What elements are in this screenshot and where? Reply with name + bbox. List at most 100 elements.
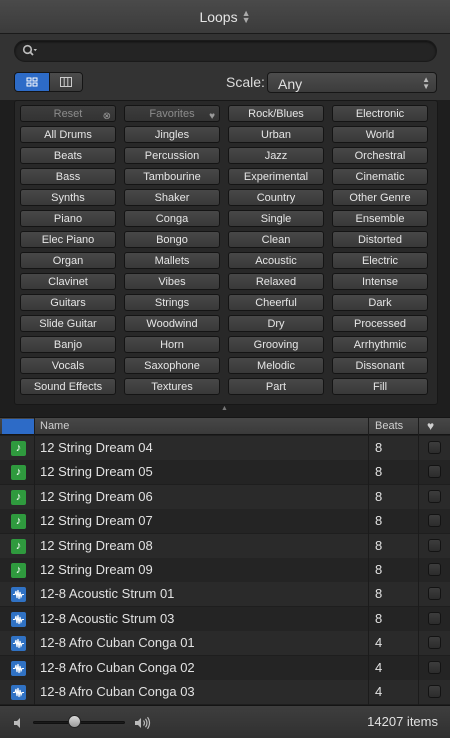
favorite-column-heart-icon[interactable]: ♥ bbox=[427, 419, 434, 433]
favorite-checkbox[interactable] bbox=[428, 441, 441, 454]
keyword-clavinet[interactable]: Clavinet bbox=[20, 273, 116, 290]
keyword-banjo[interactable]: Banjo bbox=[20, 336, 116, 353]
keyword-tambourine[interactable]: Tambourine bbox=[124, 168, 220, 185]
keyword-elec-piano[interactable]: Elec Piano bbox=[20, 231, 116, 248]
keyword-relaxed[interactable]: Relaxed bbox=[228, 273, 324, 290]
beats-column-header[interactable]: Beats bbox=[375, 420, 403, 432]
keyword-saxophone[interactable]: Saxophone bbox=[124, 357, 220, 374]
table-row[interactable]: 12-8 Afro Cuban Conga 03 4 bbox=[0, 680, 450, 704]
keyword-fill[interactable]: Fill bbox=[332, 378, 428, 395]
keyword-part[interactable]: Part bbox=[228, 378, 324, 395]
table-row[interactable]: 12-8 Acoustic Strum 01 8 bbox=[0, 582, 450, 607]
table-row[interactable]: ♪ 12 String Dream 04 8 bbox=[0, 436, 450, 460]
keyword-textures[interactable]: Textures bbox=[124, 378, 220, 395]
column-separator bbox=[34, 435, 35, 705]
loop-name: 12-8 Afro Cuban Conga 01 bbox=[40, 635, 195, 651]
favorites-button[interactable]: Favorites ♥ bbox=[124, 105, 220, 122]
column-view-toggle[interactable] bbox=[48, 73, 82, 91]
search-icon[interactable] bbox=[22, 44, 38, 58]
favorite-checkbox[interactable] bbox=[428, 660, 441, 674]
table-row[interactable]: ♪ 12 String Dream 08 8 bbox=[0, 533, 450, 558]
volume-high-icon[interactable] bbox=[134, 716, 152, 730]
favorite-checkbox[interactable] bbox=[428, 685, 441, 698]
keyword-woodwind[interactable]: Woodwind bbox=[124, 315, 220, 332]
favorite-checkbox[interactable] bbox=[428, 538, 441, 552]
keyword-world[interactable]: World bbox=[332, 126, 428, 143]
keyword-percussion[interactable]: Percussion bbox=[124, 147, 220, 164]
favorite-checkbox[interactable] bbox=[428, 489, 441, 503]
keyword-single[interactable]: Single bbox=[228, 210, 324, 227]
keyword-organ[interactable]: Organ bbox=[20, 252, 116, 269]
keyword-other-genre[interactable]: Other Genre bbox=[332, 189, 428, 206]
keyword-acoustic[interactable]: Acoustic bbox=[228, 252, 324, 269]
scale-select[interactable]: Any ▲ ▼ bbox=[267, 72, 437, 93]
keyword-bass[interactable]: Bass bbox=[20, 168, 116, 185]
keyword-sound-effects[interactable]: Sound Effects bbox=[20, 378, 116, 395]
keyword-jazz[interactable]: Jazz bbox=[228, 147, 324, 164]
keyword-piano[interactable]: Piano bbox=[20, 210, 116, 227]
keyword-beats[interactable]: Beats bbox=[20, 147, 116, 164]
search-field[interactable] bbox=[14, 40, 437, 62]
keyword-intense[interactable]: Intense bbox=[332, 273, 428, 290]
volume-slider-thumb[interactable] bbox=[68, 715, 82, 728]
keyword-strings[interactable]: Strings bbox=[124, 294, 220, 311]
search-input[interactable] bbox=[41, 43, 431, 59]
keyword-distorted[interactable]: Distorted bbox=[332, 231, 428, 248]
keyword-guitars[interactable]: Guitars bbox=[20, 294, 116, 311]
table-row[interactable]: 12-8 Afro Cuban Conga 01 4 bbox=[0, 631, 450, 656]
collapse-keywords-icon[interactable]: ▲ bbox=[221, 405, 228, 412]
title-menu-arrows-icon[interactable]: ▲ ▼ bbox=[242, 8, 251, 24]
keyword-dissonant[interactable]: Dissonant bbox=[332, 357, 428, 374]
name-column-header[interactable]: Name bbox=[40, 420, 69, 432]
keyword-dark[interactable]: Dark bbox=[332, 294, 428, 311]
volume-low-icon[interactable] bbox=[12, 716, 26, 730]
keyword-melodic[interactable]: Melodic bbox=[228, 357, 324, 374]
scale-value: Any bbox=[278, 76, 303, 92]
loop-name: 12 String Dream 08 bbox=[40, 537, 153, 553]
keyword-cinematic[interactable]: Cinematic bbox=[332, 168, 428, 185]
loop-beats: 4 bbox=[375, 635, 383, 651]
keyword-rock-blues[interactable]: Rock/Blues bbox=[228, 105, 324, 122]
table-row[interactable]: 12-8 Acoustic Strum 03 8 bbox=[0, 606, 450, 631]
favorite-checkbox[interactable] bbox=[428, 587, 441, 601]
keyword-electric[interactable]: Electric bbox=[332, 252, 428, 269]
keyword-experimental[interactable]: Experimental bbox=[228, 168, 324, 185]
keyword-urban[interactable]: Urban bbox=[228, 126, 324, 143]
table-row[interactable]: ♪ 12 String Dream 05 8 bbox=[0, 460, 450, 485]
favorite-checkbox[interactable] bbox=[428, 514, 441, 528]
keyword-grooving[interactable]: Grooving bbox=[228, 336, 324, 353]
favorite-checkbox[interactable] bbox=[428, 563, 441, 576]
favorites-label: Favorites bbox=[149, 108, 195, 120]
favorite-checkbox[interactable] bbox=[428, 636, 441, 650]
window-title[interactable]: Loops bbox=[199, 9, 237, 25]
keyword-mallets[interactable]: Mallets bbox=[124, 252, 220, 269]
table-row[interactable]: ♪ 12 String Dream 09 8 bbox=[0, 558, 450, 582]
keyword-processed[interactable]: Processed bbox=[332, 315, 428, 332]
button-view-toggle[interactable] bbox=[15, 73, 49, 91]
keyword-vibes[interactable]: Vibes bbox=[124, 273, 220, 290]
favorite-checkbox[interactable] bbox=[428, 465, 441, 479]
favorite-checkbox[interactable] bbox=[428, 611, 441, 625]
keyword-synths[interactable]: Synths bbox=[20, 189, 116, 206]
keyword-slide-guitar[interactable]: Slide Guitar bbox=[20, 315, 116, 332]
keyword-electronic[interactable]: Electronic bbox=[332, 105, 428, 122]
keyword-dry[interactable]: Dry bbox=[228, 315, 324, 332]
table-row[interactable]: ♪ 12 String Dream 06 8 bbox=[0, 484, 450, 509]
keyword-country[interactable]: Country bbox=[228, 189, 324, 206]
keyword-orchestral[interactable]: Orchestral bbox=[332, 147, 428, 164]
keyword-bongo[interactable]: Bongo bbox=[124, 231, 220, 248]
keyword-arrhythmic[interactable]: Arrhythmic bbox=[332, 336, 428, 353]
table-row[interactable]: ♪ 12 String Dream 07 8 bbox=[0, 509, 450, 534]
keyword-vocals[interactable]: Vocals bbox=[20, 357, 116, 374]
keyword-horn[interactable]: Horn bbox=[124, 336, 220, 353]
keyword-cheerful[interactable]: Cheerful bbox=[228, 294, 324, 311]
keyword-jingles[interactable]: Jingles bbox=[124, 126, 220, 143]
keyword-clean[interactable]: Clean bbox=[228, 231, 324, 248]
keyword-shaker[interactable]: Shaker bbox=[124, 189, 220, 206]
keyword-all-drums[interactable]: All Drums bbox=[20, 126, 116, 143]
keyword-conga[interactable]: Conga bbox=[124, 210, 220, 227]
type-column-header[interactable] bbox=[2, 419, 34, 434]
reset-button[interactable]: Reset ⊗ bbox=[20, 105, 116, 122]
keyword-ensemble[interactable]: Ensemble bbox=[332, 210, 428, 227]
table-row[interactable]: 12-8 Afro Cuban Conga 02 4 bbox=[0, 655, 450, 680]
